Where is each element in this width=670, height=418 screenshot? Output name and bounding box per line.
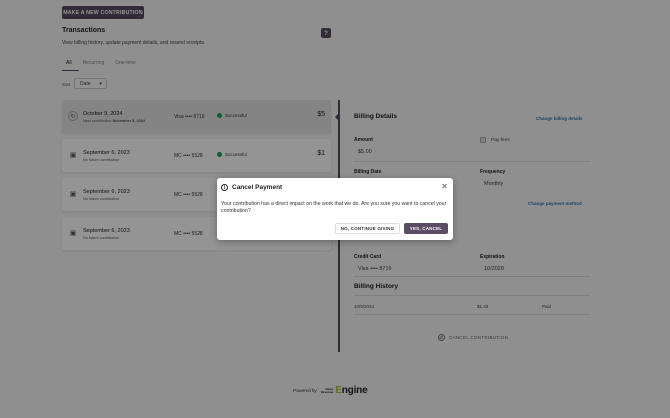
info-icon: i: [221, 184, 228, 191]
dialog-title: Cancel Payment: [232, 184, 283, 191]
dialog-message: Your contribution has a direct impact on…: [221, 201, 447, 214]
continue-giving-button[interactable]: NO, CONTINUE GIVING: [335, 223, 400, 234]
page: MAKE A NEW CONTRIBUTION Transactions Vie…: [0, 0, 670, 418]
close-icon[interactable]: ✕: [440, 182, 449, 191]
yes-cancel-button[interactable]: YES, CANCEL: [404, 223, 448, 234]
cancel-payment-dialog: i Cancel Payment ✕ Your contribution has…: [217, 178, 453, 240]
